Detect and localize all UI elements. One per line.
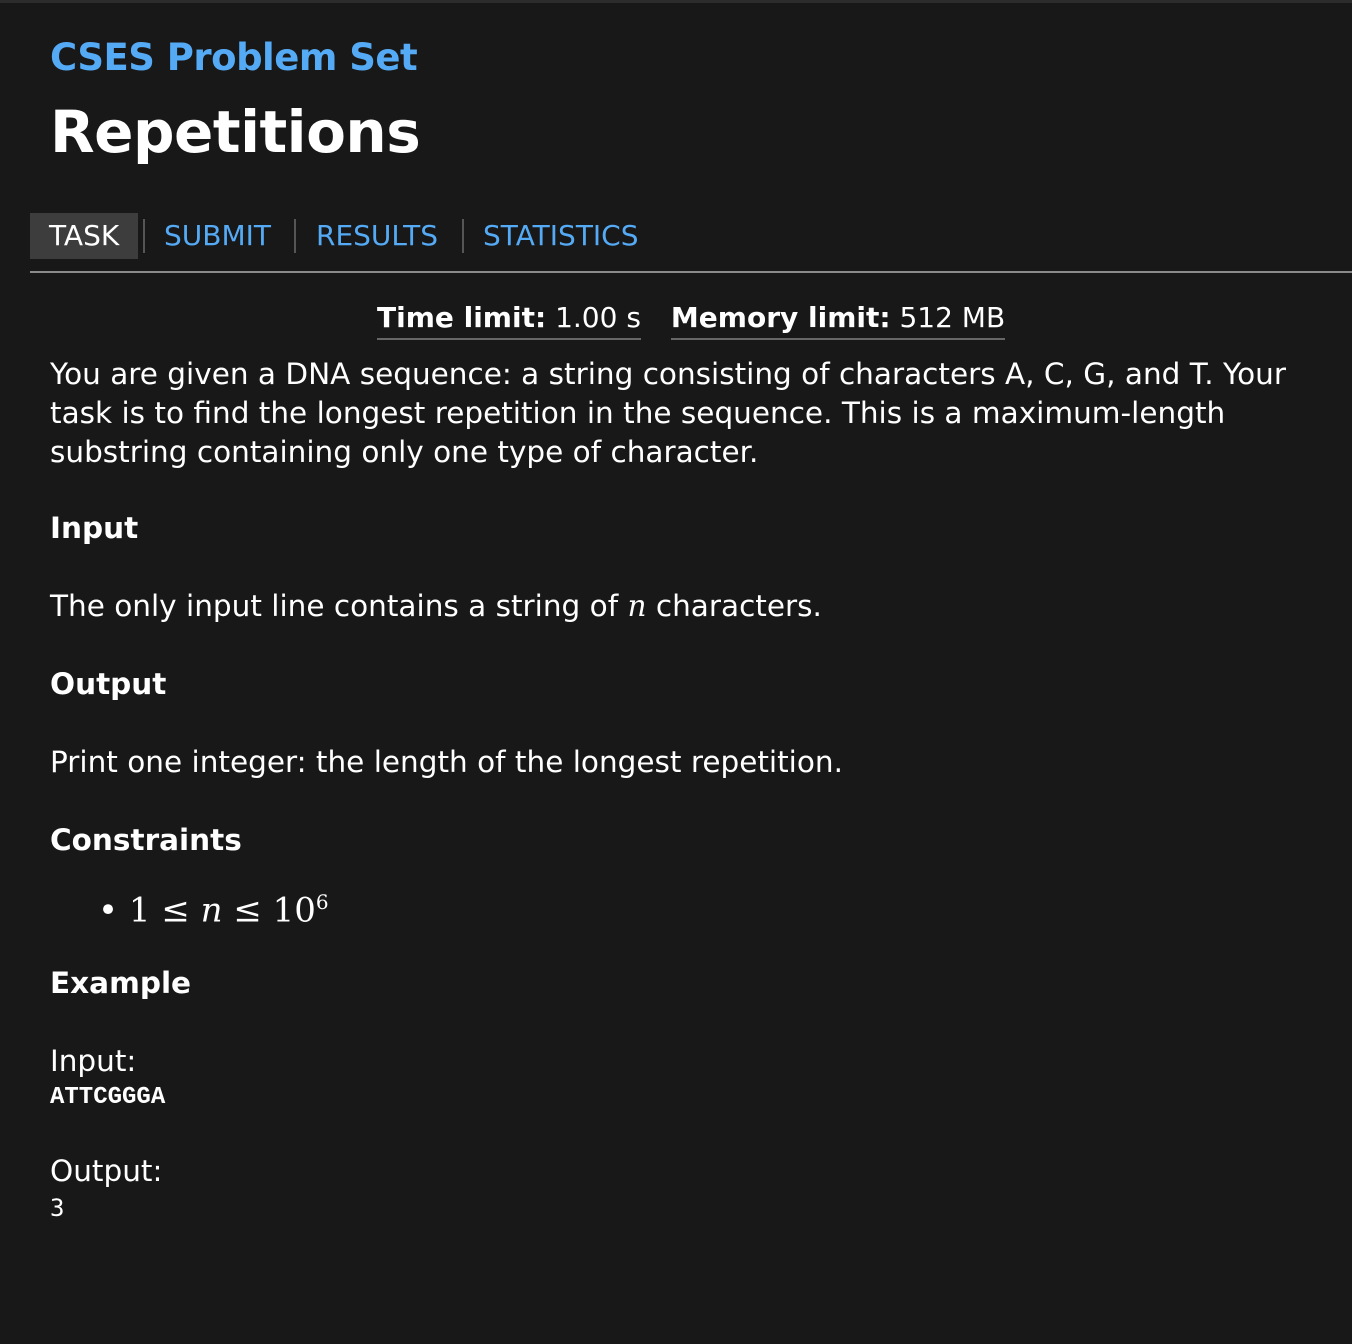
example-output-label: Output: <box>50 1154 163 1188</box>
input-text: The only input line contains a string of <box>50 589 619 623</box>
example-input-value: ATTCGGGA <box>50 1084 166 1111</box>
constraint-item: • 1 ≤ n ≤ 106 <box>98 890 329 931</box>
input-description: The only input line contains a string of… <box>50 589 822 623</box>
tab-bar: TASK SUBMIT RESULTS STATISTICS <box>30 213 1352 273</box>
math-text: 1 ≤ <box>128 890 190 931</box>
site-title-link[interactable]: CSES Problem Set <box>50 36 418 79</box>
math-var: n <box>627 589 647 623</box>
limits: Time limit: 1.00 s Memory limit: 512 MB <box>377 301 1035 340</box>
example-output-value: 3 <box>50 1194 65 1222</box>
math-var: n <box>200 890 223 931</box>
tab-divider <box>294 219 296 253</box>
tab-task[interactable]: TASK <box>30 213 139 259</box>
tab-divider <box>143 219 145 253</box>
time-limit-label: Time limit: <box>377 301 547 334</box>
example-heading: Example <box>50 966 192 1000</box>
time-limit: Time limit: 1.00 s <box>377 301 641 340</box>
tab-statistics[interactable]: STATISTICS <box>483 213 639 259</box>
tab-divider <box>462 219 464 253</box>
statement-text: You are given a DNA sequence: a string c… <box>50 357 1287 469</box>
page-title: Repetitions <box>50 98 421 166</box>
output-description: Print one integer: the length of the lon… <box>50 745 843 779</box>
input-text: characters. <box>655 589 822 623</box>
time-limit-value: 1.00 s <box>555 301 641 334</box>
problem-statement: You are given a DNA sequence: a string c… <box>50 355 1340 472</box>
output-heading: Output <box>50 667 167 701</box>
tab-submit[interactable]: SUBMIT <box>164 213 271 259</box>
example-input-label: Input: <box>50 1044 137 1078</box>
memory-limit-value: 512 MB <box>899 301 1006 334</box>
math-exponent: 6 <box>315 890 329 914</box>
memory-limit: Memory limit: 512 MB <box>670 301 1006 340</box>
input-heading: Input <box>50 511 139 545</box>
math-text: ≤ 10 <box>233 890 316 931</box>
constraints-heading: Constraints <box>50 823 242 857</box>
memory-limit-label: Memory limit: <box>670 301 891 334</box>
tab-results[interactable]: RESULTS <box>316 213 438 259</box>
